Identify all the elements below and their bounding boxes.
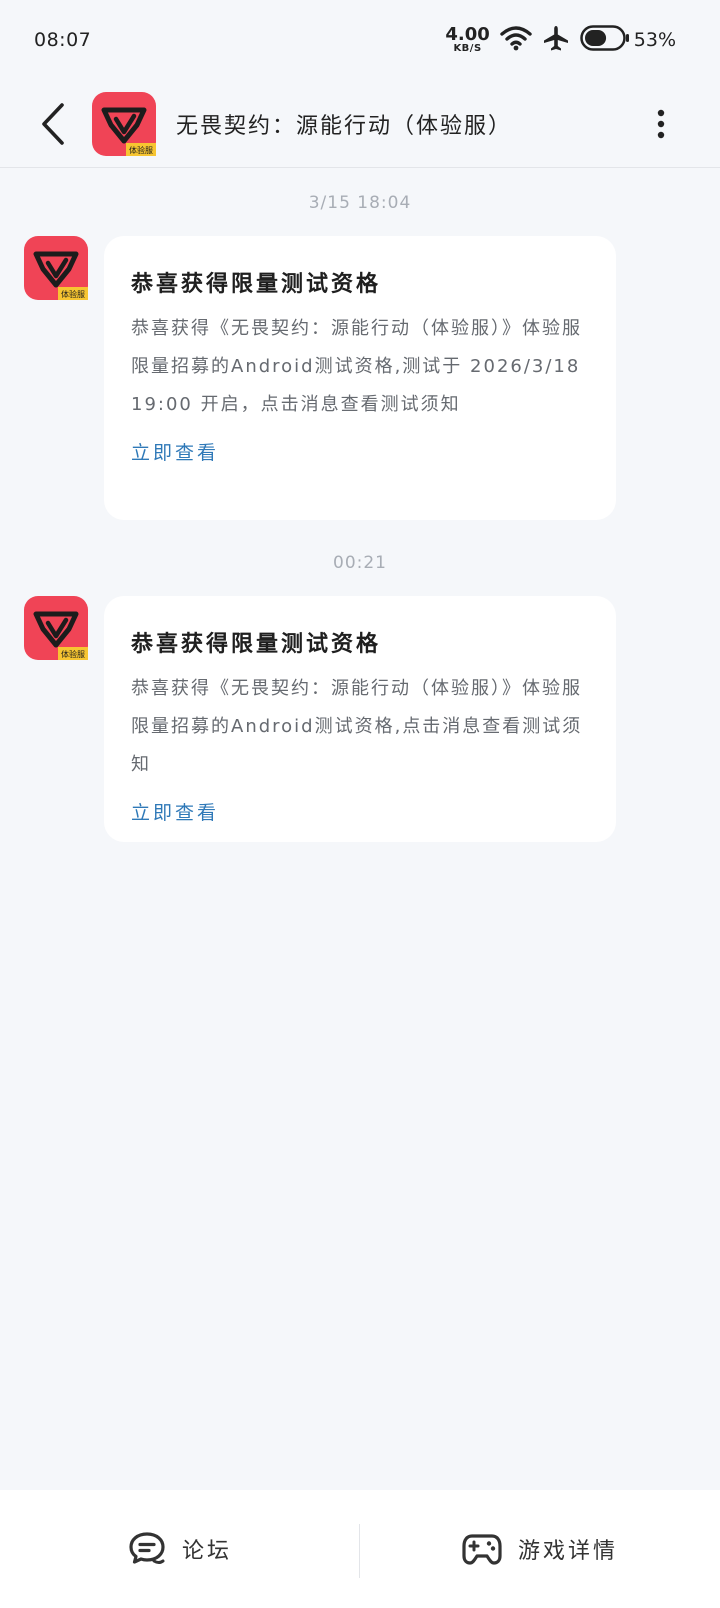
view-now-link[interactable]: 立即查看	[131, 798, 590, 825]
status-bar: 08:07 4.00 KB/S 53%	[0, 0, 720, 80]
bottom-action-bar: 论坛 游戏详情	[0, 1490, 720, 1608]
chevron-left-icon	[42, 102, 64, 145]
network-speed-unit: KB/S	[453, 43, 482, 54]
battery-icon	[580, 25, 630, 55]
battery: 53%	[580, 25, 676, 55]
message-body: 恭喜获得《无畏契约：源能行动（体验服）》体验服限量招募的Android测试资格,…	[131, 318, 582, 415]
status-time: 08:07	[34, 29, 92, 51]
back-button[interactable]	[26, 97, 80, 151]
chat-header: 体验服 无畏契约：源能行动（体验服）	[0, 80, 720, 168]
sender-avatar[interactable]: 体验服	[24, 236, 88, 300]
gamepad-icon	[462, 1534, 502, 1565]
chat-bubble-icon	[129, 1532, 165, 1564]
message-body: 恭喜获得《无畏契约：源能行动（体验服）》体验服限量招募的Android测试资格,…	[131, 678, 583, 775]
message-timestamp: 3/15 18:04	[308, 193, 412, 213]
message-card[interactable]: 恭喜获得限量测试资格 恭喜获得《无畏契约：源能行动（体验服）》体验服限量招募的A…	[104, 236, 616, 520]
more-options-button[interactable]	[646, 97, 676, 151]
battery-percent: 53%	[633, 29, 676, 51]
message-timestamp: 00:21	[333, 553, 387, 573]
game-details-label: 游戏详情	[517, 1539, 618, 1564]
view-now-link[interactable]: 立即查看	[131, 438, 590, 465]
network-speed-value: 4.00	[445, 24, 490, 45]
more-vertical-icon	[657, 109, 665, 139]
message-title: 恭喜获得限量测试资格	[131, 272, 382, 297]
avatar-badge-text: 体验服	[61, 649, 85, 659]
game-details-button[interactable]: 游戏详情	[360, 1490, 720, 1608]
forum-button[interactable]: 论坛	[0, 1490, 360, 1608]
logo-badge-text: 体验服	[129, 145, 153, 155]
sender-avatar[interactable]: 体验服	[24, 596, 88, 660]
message-title: 恭喜获得限量测试资格	[131, 632, 382, 657]
wifi-icon	[500, 25, 532, 55]
status-icons: 4.00 KB/S 53%	[445, 24, 676, 56]
message-page: 08:07 4.00 KB/S 53% 体验服 无畏契约：源能行动（体验服） 3…	[0, 0, 720, 1608]
avatar-badge-text: 体验服	[61, 289, 85, 299]
message-card[interactable]: 恭喜获得限量测试资格 恭喜获得《无畏契约：源能行动（体验服）》体验服限量招募的A…	[104, 596, 616, 842]
network-speed: 4.00 KB/S	[445, 26, 489, 54]
game-logo[interactable]: 体验服	[92, 91, 156, 156]
chat-title: 无畏契约：源能行动（体验服）	[176, 113, 513, 139]
forum-label: 论坛	[181, 1539, 232, 1564]
airplane-icon	[542, 24, 570, 56]
